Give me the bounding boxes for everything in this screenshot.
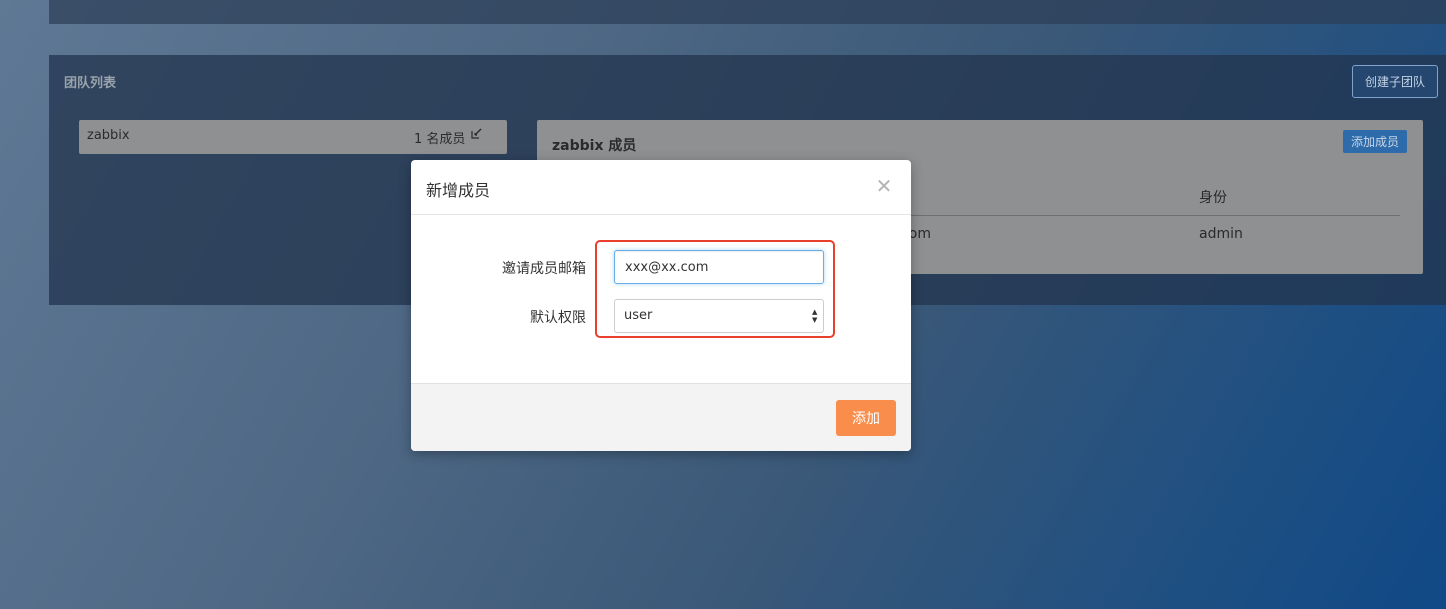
- member-role-cell: admin: [1199, 226, 1243, 242]
- column-header-role: 身份: [1199, 187, 1227, 207]
- team-name: zabbix: [87, 128, 130, 143]
- email-label: 邀请成员邮箱: [411, 258, 586, 278]
- modal-header: 新增成员 ✕: [411, 160, 911, 215]
- select-arrows-icon: ▲▼: [812, 308, 817, 324]
- add-member-modal: 新增成员 ✕ 邀请成员邮箱 默认权限 user ▲▼ 添加: [411, 160, 911, 451]
- role-label: 默认权限: [411, 307, 586, 327]
- add-member-button[interactable]: 添加成员: [1343, 130, 1407, 153]
- table-divider: [911, 215, 1400, 216]
- role-select-value: user: [624, 308, 652, 323]
- add-button[interactable]: 添加: [836, 400, 896, 436]
- modal-title: 新增成员: [426, 177, 490, 201]
- members-title: zabbix 成员: [552, 135, 636, 155]
- close-icon[interactable]: ✕: [872, 174, 896, 198]
- email-field[interactable]: [614, 250, 824, 284]
- edit-icon[interactable]: [471, 128, 482, 142]
- role-select[interactable]: user ▲▼: [614, 299, 824, 333]
- create-subteam-button[interactable]: 创建子团队: [1352, 65, 1438, 98]
- team-list-item[interactable]: zabbix 1 名成员: [79, 120, 507, 154]
- modal-footer: 添加: [411, 383, 911, 451]
- team-list-title: 团队列表: [64, 72, 116, 91]
- team-member-count: 1 名成员: [414, 128, 465, 147]
- top-panel: [49, 0, 1446, 24]
